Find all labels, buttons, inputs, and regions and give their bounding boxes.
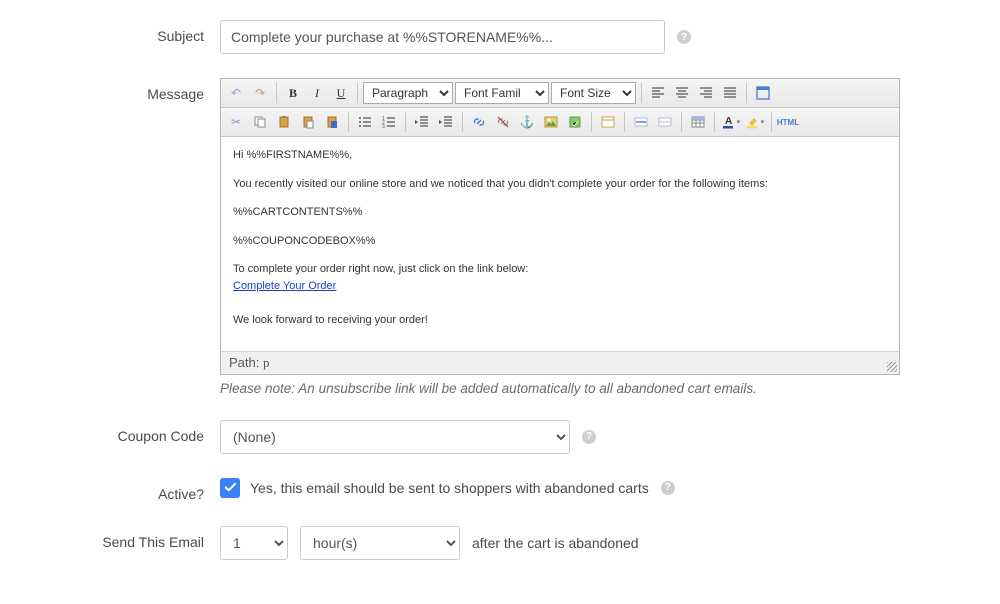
file-icon[interactable]: [564, 111, 586, 133]
separator: [681, 112, 682, 132]
cut-icon[interactable]: ✂: [225, 111, 247, 133]
editor-note: Please note: An unsubscribe link will be…: [220, 381, 900, 396]
active-checkbox[interactable]: [220, 478, 240, 498]
paste-text-icon[interactable]: [297, 111, 319, 133]
bg-color-icon[interactable]: ▾: [744, 111, 766, 133]
complete-order-link[interactable]: Complete Your Order: [233, 280, 336, 292]
align-justify-icon[interactable]: [719, 82, 741, 104]
paste-icon[interactable]: [273, 111, 295, 133]
send-unit-select[interactable]: hour(s): [300, 526, 460, 560]
editor-line: You recently visited our online store an…: [233, 176, 887, 193]
svg-text:3: 3: [382, 124, 385, 129]
separator: [641, 83, 642, 103]
editor-line: We look forward to receiving your order!: [233, 312, 887, 329]
number-list-icon[interactable]: 123: [378, 111, 400, 133]
hr-icon[interactable]: [630, 111, 652, 133]
resize-handle-icon[interactable]: [887, 362, 897, 372]
editor-line: %%CARTCONTENTS%%: [233, 204, 887, 221]
format-select[interactable]: Paragraph: [363, 82, 453, 104]
separator: [771, 112, 772, 132]
outdent-icon[interactable]: [411, 111, 433, 133]
separator: [357, 83, 358, 103]
italic-icon[interactable]: I: [306, 82, 328, 104]
subject-label: Subject: [20, 20, 220, 44]
undo-icon[interactable]: ↶: [225, 82, 247, 104]
help-icon[interactable]: ?: [677, 30, 691, 44]
text-color-icon[interactable]: A▾: [720, 111, 742, 133]
align-center-icon[interactable]: [671, 82, 693, 104]
active-label: Active?: [20, 478, 220, 502]
help-icon[interactable]: ?: [582, 430, 596, 444]
separator: [276, 83, 277, 103]
separator: [624, 112, 625, 132]
fullscreen-icon[interactable]: [752, 82, 774, 104]
send-label: Send This Email: [20, 526, 220, 550]
svg-text:A: A: [725, 116, 732, 127]
coupon-select[interactable]: (None): [220, 420, 570, 454]
separator: [746, 83, 747, 103]
special-char-icon[interactable]: [654, 111, 676, 133]
table-icon[interactable]: [687, 111, 709, 133]
indent-icon[interactable]: [435, 111, 457, 133]
insert-template-icon[interactable]: [597, 111, 619, 133]
editor-line: To complete your order right now, just c…: [233, 261, 887, 294]
align-right-icon[interactable]: [695, 82, 717, 104]
bullet-list-icon[interactable]: [354, 111, 376, 133]
subject-input[interactable]: [220, 20, 665, 54]
coupon-label: Coupon Code: [20, 420, 220, 444]
copy-icon[interactable]: [249, 111, 271, 133]
underline-icon[interactable]: U: [330, 82, 352, 104]
message-label: Message: [20, 78, 220, 102]
image-icon[interactable]: [540, 111, 562, 133]
separator: [591, 112, 592, 132]
editor-line: Hi %%FIRSTNAME%%,: [233, 147, 887, 164]
editor-toolbar-2: ✂ 123 ⚓: [221, 108, 899, 137]
align-left-icon[interactable]: [647, 82, 669, 104]
separator: [348, 112, 349, 132]
separator: [405, 112, 406, 132]
link-icon[interactable]: [468, 111, 490, 133]
editor-content[interactable]: Hi %%FIRSTNAME%%, You recently visited o…: [221, 137, 899, 351]
bold-icon[interactable]: B: [282, 82, 304, 104]
anchor-icon[interactable]: ⚓: [516, 111, 538, 133]
send-number-select[interactable]: 1: [220, 526, 288, 560]
send-after-text: after the cart is abandoned: [472, 535, 639, 551]
help-icon[interactable]: ?: [661, 481, 675, 495]
html-source-icon[interactable]: HTML: [777, 111, 799, 133]
active-text: Yes, this email should be sent to shoppe…: [250, 480, 649, 496]
font-family-select[interactable]: Font Famil: [455, 82, 549, 104]
editor-line: %%COUPONCODEBOX%%: [233, 233, 887, 250]
editor-toolbar-1: ↶ ↷ B I U Paragraph Font Famil Font Size: [221, 79, 899, 108]
rich-text-editor: ↶ ↷ B I U Paragraph Font Famil Font Size: [220, 78, 900, 375]
separator: [714, 112, 715, 132]
font-size-select[interactable]: Font Size: [551, 82, 636, 104]
redo-icon[interactable]: ↷: [249, 82, 271, 104]
paste-word-icon[interactable]: [321, 111, 343, 133]
editor-path-bar: Path: p: [221, 351, 899, 374]
unlink-icon[interactable]: [492, 111, 514, 133]
separator: [462, 112, 463, 132]
